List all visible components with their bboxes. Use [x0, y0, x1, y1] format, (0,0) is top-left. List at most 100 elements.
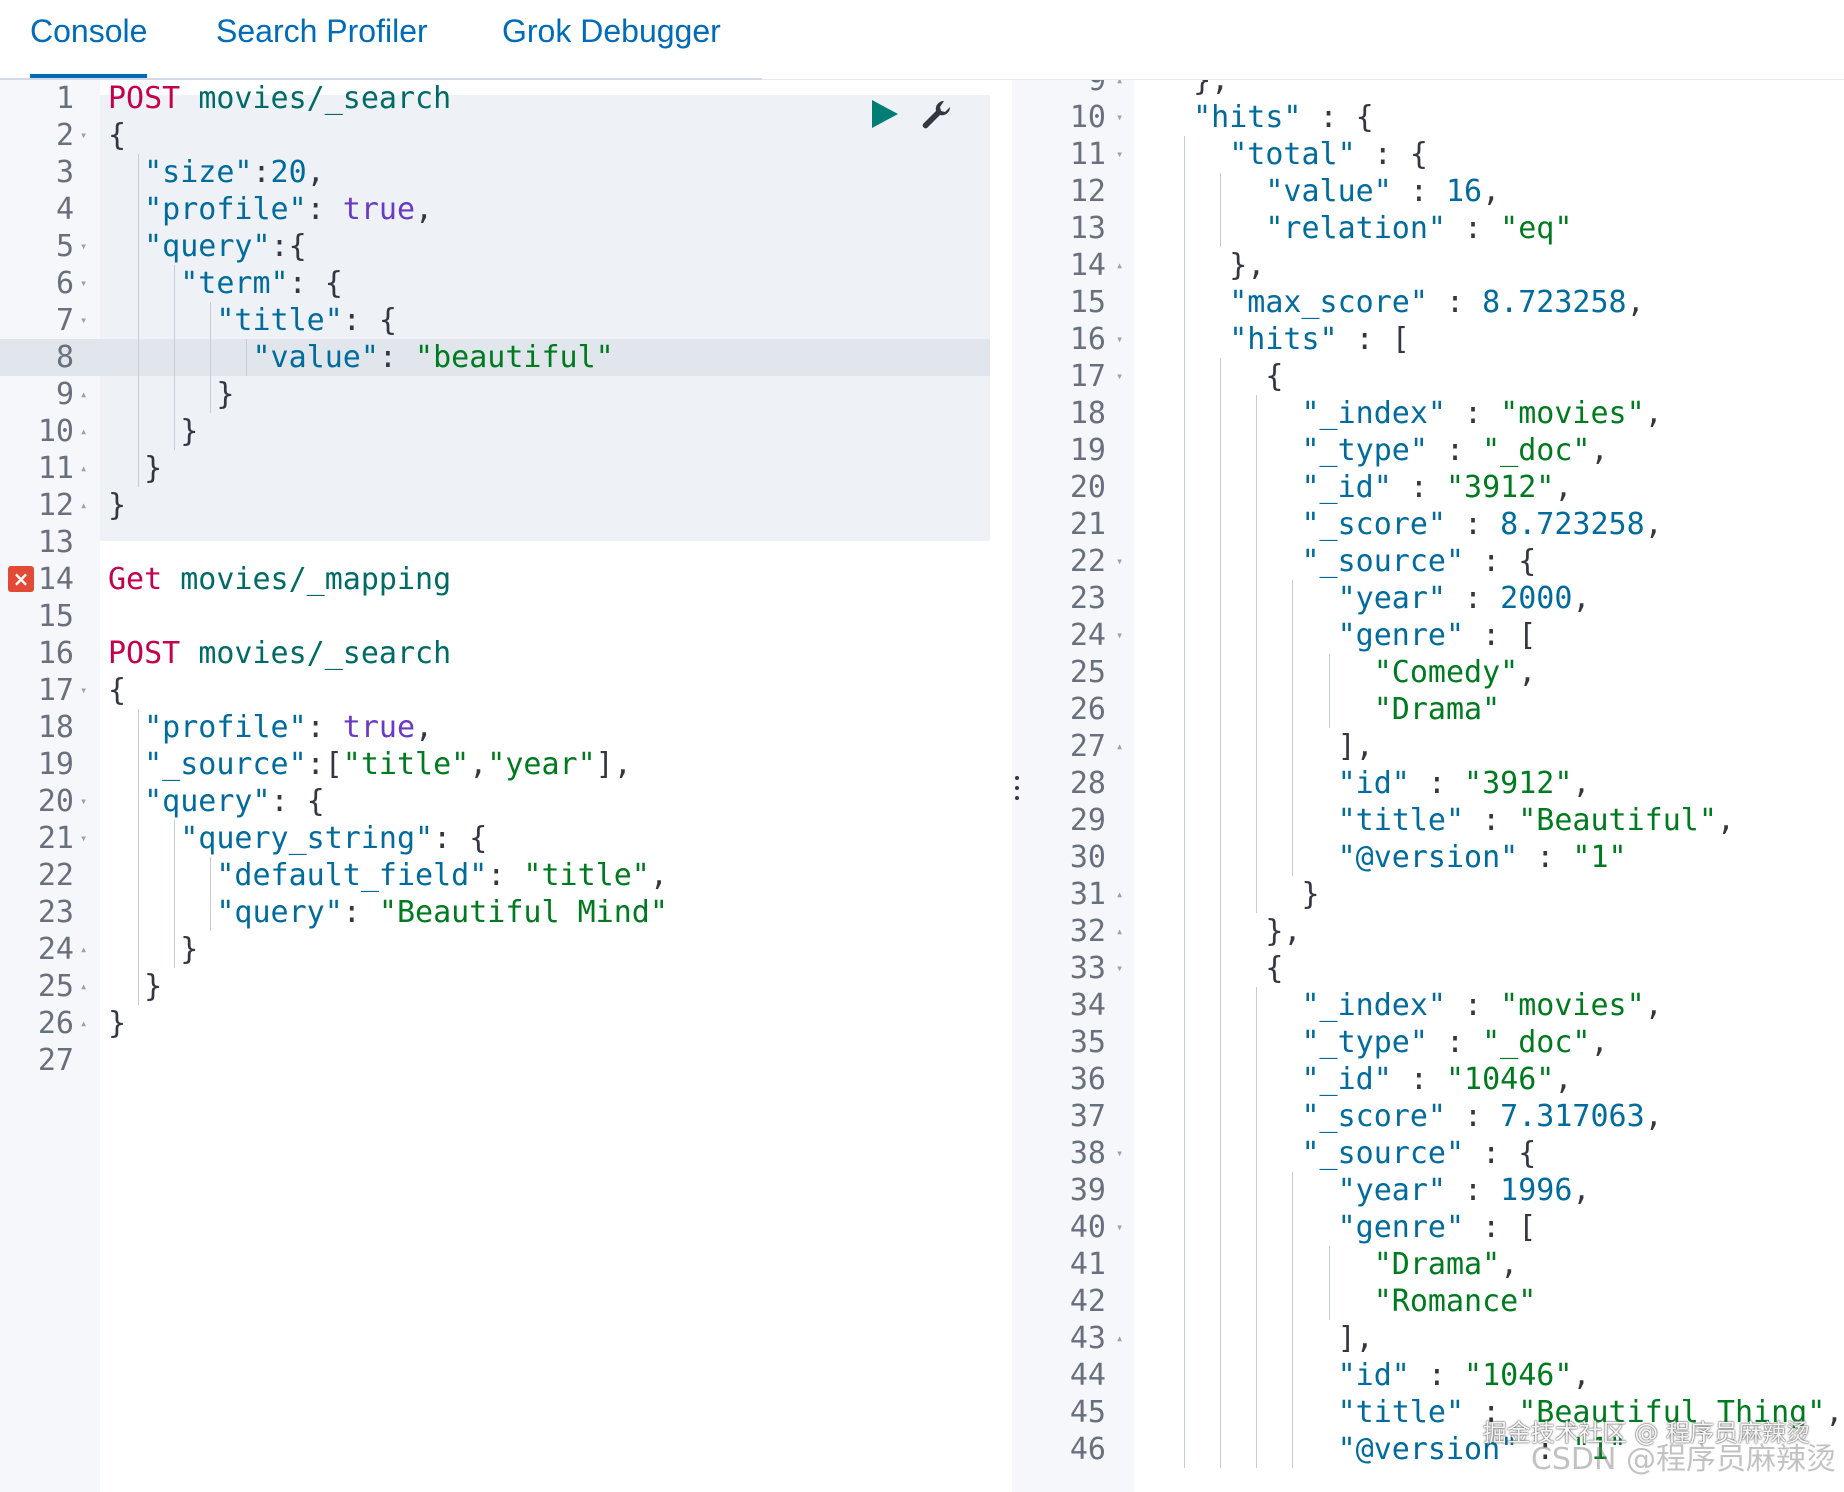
- code-text: "_index" : "movies",: [1301, 395, 1662, 432]
- token-str: "Drama": [1373, 1247, 1501, 1282]
- token-key: "_index": [1301, 396, 1446, 431]
- token-key: "query": [144, 784, 271, 819]
- fold-caret-down-icon[interactable]: ▾: [1116, 1209, 1123, 1246]
- fold-caret-down-icon[interactable]: ▾: [1116, 321, 1123, 358]
- token-key: "size": [144, 155, 253, 190]
- indent-guide: [1184, 1283, 1186, 1320]
- indent-guide: [174, 857, 176, 894]
- fold-caret-up-icon[interactable]: ▴: [80, 968, 87, 1005]
- token-url: movies/_mapping: [180, 562, 452, 597]
- fold-caret-up-icon[interactable]: ▴: [1116, 80, 1123, 99]
- token-punc: :: [378, 340, 416, 375]
- code-text: "query":{: [144, 228, 307, 265]
- token-key: "hits": [1193, 100, 1302, 135]
- line-number: 25: [37, 969, 74, 1004]
- fold-caret-down-icon[interactable]: ▾: [80, 117, 87, 154]
- request-settings-button[interactable]: [920, 98, 954, 132]
- run-request-button[interactable]: [868, 98, 900, 130]
- fold-caret-up-icon[interactable]: ▴: [80, 1005, 87, 1042]
- indent-guide: [1220, 1135, 1222, 1172]
- line-number: 18: [1069, 396, 1106, 431]
- code-text: "_source" : {: [1301, 1135, 1536, 1172]
- indent-guide: [1256, 691, 1258, 728]
- fold-caret-up-icon[interactable]: ▴: [80, 487, 87, 524]
- fold-caret-down-icon[interactable]: ▾: [80, 820, 87, 857]
- token-bool: true: [342, 710, 416, 745]
- code-text: },: [1265, 913, 1301, 950]
- code-text: "max_score" : 8.723258,: [1229, 284, 1644, 321]
- code-text: "_source" : {: [1301, 543, 1536, 580]
- fold-caret-down-icon[interactable]: ▾: [1116, 136, 1123, 173]
- fold-caret-down-icon[interactable]: ▾: [1116, 617, 1123, 654]
- token-punc: ,: [1572, 581, 1591, 616]
- token-str: "beautiful": [415, 340, 614, 375]
- token-key: "query": [144, 229, 271, 264]
- tab-grok-debugger[interactable]: Grok Debugger: [502, 0, 721, 62]
- line-number: 31: [1069, 877, 1106, 912]
- fold-caret-up-icon[interactable]: ▴: [80, 450, 87, 487]
- fold-caret-down-icon[interactable]: ▾: [80, 672, 87, 709]
- token-num: 8.723258: [1482, 285, 1627, 320]
- indent-guide: [1292, 728, 1294, 765]
- line-number: 28: [1069, 766, 1106, 801]
- code-text: POST movies/_search: [108, 635, 451, 672]
- fold-caret-up-icon[interactable]: ▴: [1116, 728, 1123, 765]
- fold-caret-up-icon[interactable]: ▴: [1116, 876, 1123, 913]
- indent-guide: [174, 339, 176, 376]
- fold-caret-up-icon[interactable]: ▴: [80, 413, 87, 450]
- indent-guide: [1184, 432, 1186, 469]
- fold-caret-down-icon[interactable]: ▾: [80, 265, 87, 302]
- token-str: "3912": [1464, 766, 1573, 801]
- indent-guide: [1292, 1283, 1294, 1320]
- line-number: 38: [1069, 1136, 1106, 1171]
- request-editor[interactable]: 1 POST movies/_search 2 ▾{3 "size":20, 4 "prof…: [0, 80, 1012, 1492]
- fold-caret-down-icon[interactable]: ▾: [80, 228, 87, 265]
- fold-caret-down-icon[interactable]: ▾: [80, 783, 87, 820]
- token-punc: ,: [1572, 766, 1591, 801]
- line-number: 9: [1087, 80, 1106, 98]
- token-punc: ,: [1644, 507, 1663, 542]
- tab-search-profiler[interactable]: Search Profiler: [216, 0, 428, 62]
- fold-caret-up-icon[interactable]: ▴: [1116, 913, 1123, 950]
- fold-caret-down-icon[interactable]: ▾: [1116, 358, 1123, 395]
- token-str: "1": [1572, 840, 1627, 875]
- tab-console[interactable]: Console: [30, 0, 148, 78]
- token-punc: :: [1391, 174, 1446, 209]
- token-punc: :: [1409, 766, 1465, 801]
- code-text: "id" : "3912",: [1338, 765, 1591, 802]
- indent-guide: [1292, 617, 1294, 654]
- fold-caret-down-icon[interactable]: ▾: [80, 302, 87, 339]
- fold-caret-down-icon[interactable]: ▾: [1116, 543, 1123, 580]
- line-number: 16: [1069, 322, 1106, 357]
- indent-guide: [1220, 358, 1222, 395]
- indent-guide: [1184, 617, 1186, 654]
- token-punc: },: [1193, 80, 1230, 98]
- indent-guide: [1220, 1357, 1222, 1394]
- token-key: "title": [216, 303, 343, 338]
- token-punc: :: [1518, 840, 1573, 875]
- token-key: "value": [1265, 174, 1392, 209]
- fold-caret-up-icon[interactable]: ▴: [1116, 247, 1123, 284]
- token-num: 16: [1445, 174, 1483, 209]
- token-punc: ,: [1500, 1247, 1519, 1282]
- line-number: 33: [1069, 951, 1106, 986]
- fold-caret-up-icon[interactable]: ▴: [80, 931, 87, 968]
- response-viewer[interactable]: 9 ▴}, 10 ▾ "hits" : {11 ▾ "total" : {12 "value"…: [1022, 80, 1844, 1492]
- indent-guide: [1220, 617, 1222, 654]
- fold-caret-down-icon[interactable]: ▾: [1116, 99, 1123, 136]
- line-number: 16: [37, 636, 74, 671]
- fold-caret-down-icon[interactable]: ▾: [1116, 1135, 1123, 1172]
- error-x-icon[interactable]: ×: [8, 566, 34, 592]
- indent-guide: [138, 339, 139, 376]
- pane-resizer[interactable]: [1012, 80, 1022, 1492]
- fold-caret-up-icon[interactable]: ▴: [1116, 1320, 1123, 1357]
- line-number: 12: [37, 488, 74, 523]
- indent-guide: [1184, 1246, 1186, 1283]
- line-number: 27: [37, 1043, 74, 1078]
- indent-guide: [138, 709, 139, 746]
- fold-caret-down-icon[interactable]: ▾: [1116, 950, 1123, 987]
- token-key: "default_field": [216, 858, 488, 893]
- token-bool: true: [342, 192, 416, 227]
- fold-caret-up-icon[interactable]: ▴: [80, 376, 87, 413]
- token-punc: ],: [1337, 1321, 1374, 1356]
